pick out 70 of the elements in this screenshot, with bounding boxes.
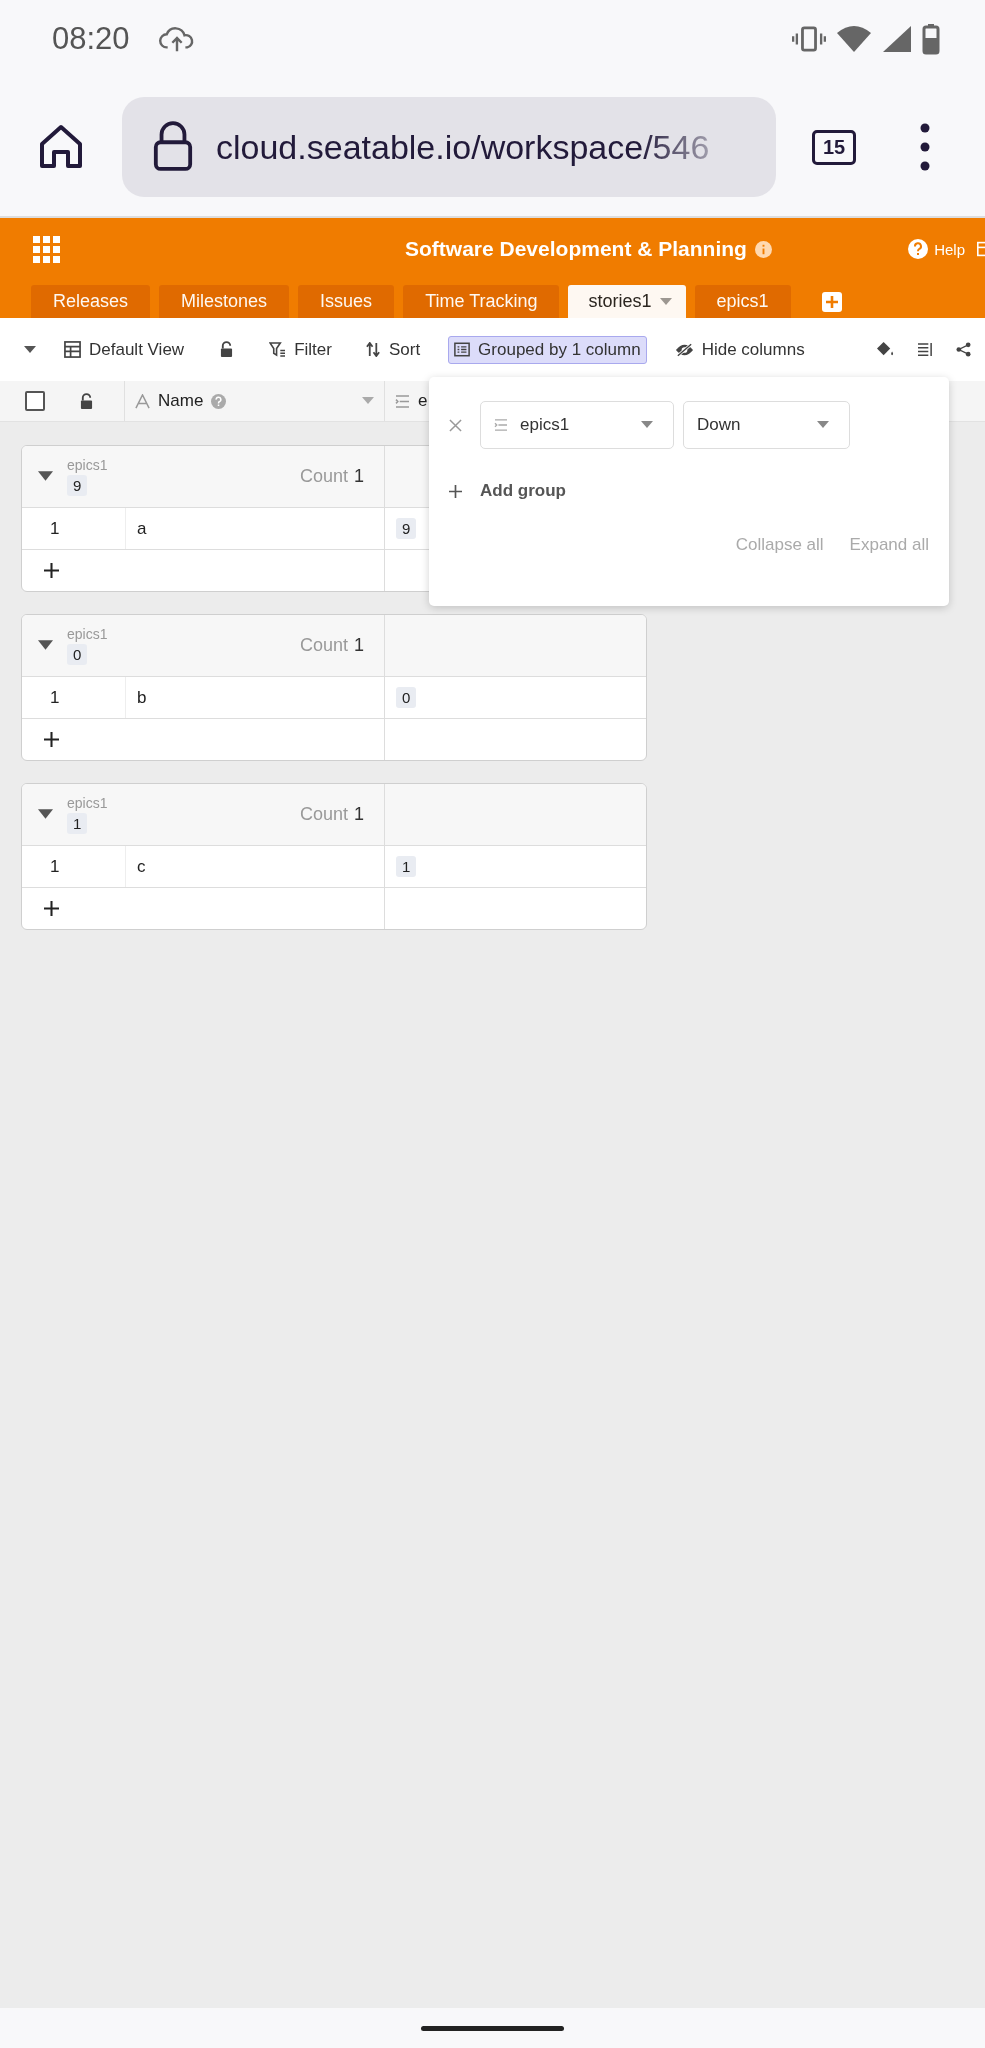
group-value-tag: 1 [67, 813, 88, 834]
select-all-checkbox[interactable] [25, 391, 45, 411]
group-field-name: epics1 [67, 795, 108, 811]
caret-icon[interactable] [38, 809, 53, 820]
grid-icon [64, 341, 81, 358]
table-cell: a [137, 518, 147, 539]
filter-icon [269, 342, 287, 357]
url-text: cloud.seatable.io/workspace/546 [216, 127, 710, 167]
close-icon[interactable] [449, 418, 462, 432]
lock-icon[interactable] [220, 341, 234, 358]
add-row-icon[interactable] [44, 563, 59, 578]
table-cell: c [137, 856, 146, 877]
group-value-tag: 9 [67, 475, 88, 496]
link-tag: 0 [396, 687, 417, 708]
vibrate-icon [792, 25, 826, 53]
caret-icon[interactable] [38, 640, 53, 651]
cloud-upload-icon [157, 25, 196, 53]
link-type-icon [395, 394, 410, 408]
caret-icon[interactable] [38, 471, 53, 482]
add-table-icon[interactable] [821, 292, 842, 312]
add-row-icon[interactable] [44, 901, 59, 916]
group-icon [454, 342, 471, 357]
row-number: 1 [50, 687, 60, 708]
plus-icon [449, 484, 462, 498]
column-select[interactable]: epics1 [480, 401, 674, 449]
count-label: Count [299, 635, 348, 656]
battery-icon [922, 23, 940, 55]
filter-button[interactable]: Filter [263, 335, 338, 364]
panel-icon[interactable] [977, 239, 985, 259]
table-tab[interactable]: stories1 [568, 285, 686, 318]
count-value: 1 [354, 804, 364, 825]
base-title: Software Development & Planning [405, 237, 747, 261]
caret-icon[interactable] [24, 345, 36, 354]
count-value: 1 [354, 635, 364, 656]
signal-icon [882, 25, 912, 53]
group-button[interactable]: Grouped by 1 column [448, 335, 647, 364]
group-field-name: epics1 [67, 626, 108, 642]
group-field-name: epics1 [67, 457, 108, 473]
count-label: Count [299, 466, 348, 487]
sort-button[interactable]: Sort [359, 335, 427, 364]
share-icon[interactable] [956, 342, 971, 357]
address-bar[interactable]: cloud.seatable.io/workspace/546 [122, 97, 776, 197]
group-value-tag: 0 [67, 644, 88, 665]
lock-icon[interactable] [80, 392, 93, 410]
tab-count-button[interactable]: 15 [812, 129, 857, 165]
add-group-button[interactable]: Add group [449, 481, 929, 501]
gesture-handle[interactable] [421, 2025, 564, 2031]
add-row-icon[interactable] [44, 732, 59, 747]
row-number: 1 [50, 518, 60, 539]
count-label: Count [299, 804, 348, 825]
caret-icon [659, 297, 672, 306]
eye-slash-icon [674, 342, 694, 357]
status-time: 08:20 [52, 21, 130, 57]
view-selector[interactable]: Default View [58, 335, 191, 364]
count-value: 1 [354, 466, 364, 487]
help-icon[interactable] [908, 239, 929, 259]
wifi-icon [836, 25, 872, 53]
hide-columns-button[interactable]: Hide columns [668, 335, 811, 364]
row-height-icon[interactable] [917, 342, 934, 357]
link-type-icon [494, 419, 508, 431]
more-menu-icon[interactable] [920, 122, 931, 172]
link-tag: 9 [396, 518, 417, 539]
row-number: 1 [50, 856, 60, 877]
app-grid-icon[interactable] [33, 235, 60, 263]
link-tag: 1 [396, 856, 417, 877]
table-cell: b [137, 687, 147, 708]
text-type-icon [135, 393, 150, 409]
lock-icon [152, 121, 194, 173]
order-select[interactable]: Down [683, 401, 850, 449]
sort-icon [365, 342, 381, 357]
